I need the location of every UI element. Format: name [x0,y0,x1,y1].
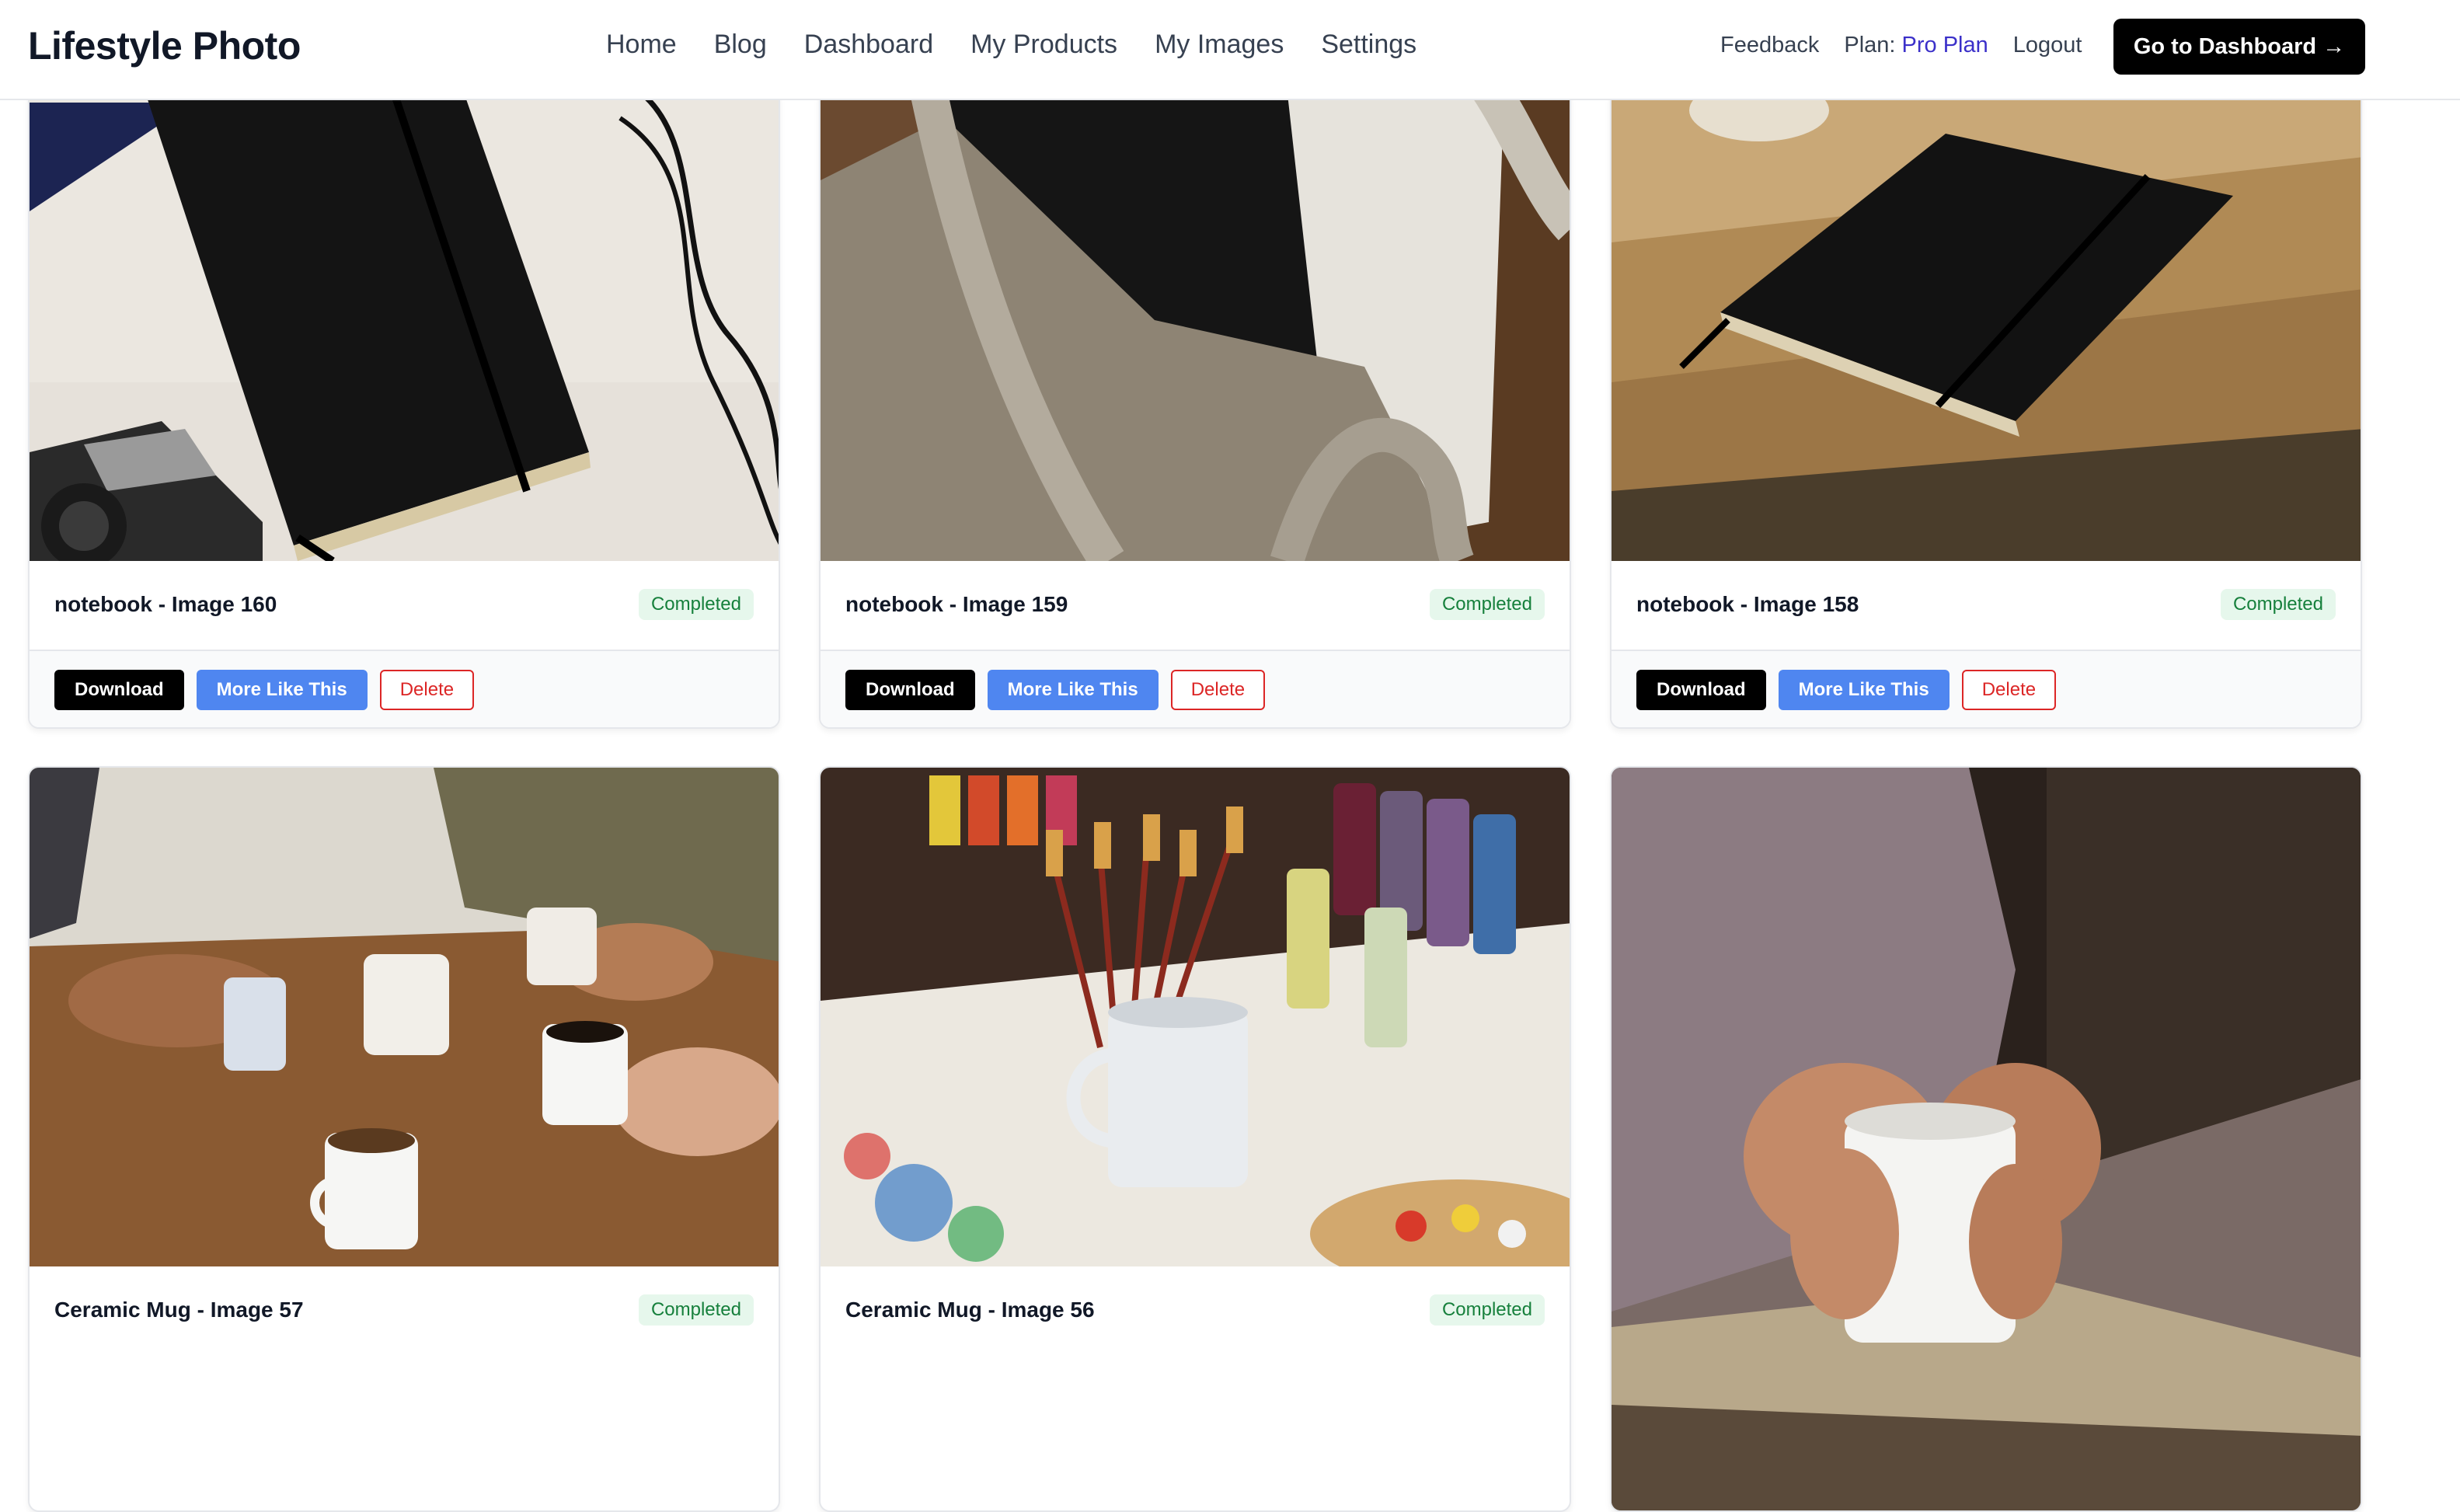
card-actions: Download More Like This Delete [30,650,779,727]
more-like-this-button[interactable]: More Like This [987,670,1159,710]
card-title: notebook - Image 158 [1636,592,1859,616]
generated-image[interactable] [821,87,1570,561]
more-like-this-button[interactable]: More Like This [1778,670,1950,710]
plan-value-link[interactable]: Pro Plan [1902,33,1988,57]
image-card: Ceramic Mug - Image 56 Completed [819,766,1571,1512]
card-info: notebook - Image 160 Completed [30,561,779,648]
generated-image[interactable] [30,768,779,1266]
nav-my-products[interactable]: My Products [970,30,1117,60]
card-title: Ceramic Mug - Image 56 [845,1298,1095,1322]
image-card: Ceramic Mug - Image 57 Completed [28,766,780,1512]
card-info: notebook - Image 159 Completed [821,561,1570,648]
card-info: Ceramic Mug - Image 57 Completed [30,1266,779,1353]
nav-blog[interactable]: Blog [714,30,767,60]
nav-dashboard[interactable]: Dashboard [804,30,933,60]
status-badge: Completed [2220,589,2336,620]
card-info: notebook - Image 158 Completed [1612,561,2361,648]
more-like-this-button[interactable]: More Like This [196,670,368,710]
top-navbar: Lifestyle Photo Home Blog Dashboard My P… [0,0,2460,100]
generated-image[interactable] [30,87,779,561]
nav-my-images[interactable]: My Images [1155,30,1284,60]
card-title: Ceramic Mug - Image 57 [54,1298,304,1322]
brand-logo[interactable]: Lifestyle Photo [28,23,301,68]
plan-label: Plan: [1844,33,1896,57]
account-links: Feedback Plan: Pro Plan Logout [1720,33,2082,58]
delete-button[interactable]: Delete [379,670,475,710]
card-actions: Download More Like This Delete [1612,650,2361,727]
delete-button[interactable]: Delete [1170,670,1266,710]
main-nav: Home Blog Dashboard My Products My Image… [606,30,1416,60]
image-card: notebook - Image 158 Completed Download … [1610,85,2362,729]
delete-button[interactable]: Delete [1961,670,2057,710]
nav-home[interactable]: Home [606,30,677,60]
download-button[interactable]: Download [54,670,184,710]
generated-image[interactable] [821,768,1570,1266]
card-actions: Download More Like This Delete [821,650,1570,727]
image-card [1610,766,2362,1512]
logout-link[interactable]: Logout [2013,33,2082,58]
image-card: notebook - Image 160 Completed Download … [28,85,780,729]
download-button[interactable]: Download [845,670,975,710]
card-title: notebook - Image 160 [54,592,277,616]
status-badge: Completed [638,1294,754,1326]
generated-image[interactable] [1612,768,2361,1510]
feedback-link[interactable]: Feedback [1720,33,1819,58]
generated-image[interactable] [1612,87,2361,561]
status-badge: Completed [638,589,754,620]
card-info: Ceramic Mug - Image 56 Completed [821,1266,1570,1353]
status-badge: Completed [1429,1294,1545,1326]
plan-indicator: Plan: Pro Plan [1844,33,1988,58]
nav-settings[interactable]: Settings [1321,30,1416,60]
download-button[interactable]: Download [1636,670,1766,710]
image-card: notebook - Image 159 Completed Download … [819,85,1571,729]
go-to-dashboard-button[interactable]: Go to Dashboard → [2113,19,2365,75]
card-title: notebook - Image 159 [845,592,1068,616]
status-badge: Completed [1429,589,1545,620]
